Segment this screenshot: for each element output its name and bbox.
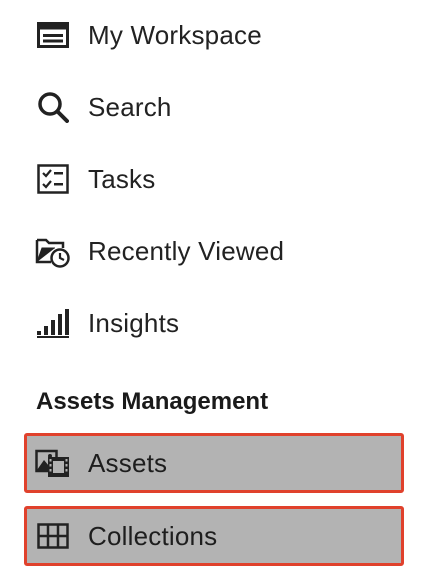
side-navigation: My Workspace Search Tasks Recently Viewe… bbox=[0, 0, 440, 586]
nav-item-label: My Workspace bbox=[88, 19, 262, 50]
search-icon bbox=[35, 89, 71, 125]
nav-item-collections[interactable]: Collections bbox=[24, 506, 404, 566]
nav-item-label: Recently Viewed bbox=[88, 235, 285, 266]
nav-item-my-workspace[interactable]: My Workspace bbox=[0, 5, 440, 65]
bar-chart-icon bbox=[35, 305, 71, 341]
assets-media-icon bbox=[35, 445, 71, 481]
section-heading-assets-management: Assets Management bbox=[36, 388, 269, 415]
tasks-checklist-icon bbox=[35, 161, 71, 197]
nav-item-search[interactable]: Search bbox=[0, 77, 440, 137]
nav-item-label: Assets bbox=[88, 447, 168, 478]
nav-item-insights[interactable]: Insights bbox=[0, 293, 440, 353]
folder-clock-icon bbox=[35, 233, 71, 269]
workspace-icon bbox=[35, 17, 71, 53]
nav-item-label: Insights bbox=[88, 307, 180, 338]
nav-item-label: Search bbox=[88, 91, 172, 122]
nav-item-recently-viewed[interactable]: Recently Viewed bbox=[0, 221, 440, 281]
nav-item-label: Tasks bbox=[88, 163, 156, 194]
grid-icon bbox=[35, 518, 71, 554]
nav-item-assets[interactable]: Assets bbox=[24, 433, 404, 493]
nav-item-tasks[interactable]: Tasks bbox=[0, 149, 440, 209]
nav-item-label: Collections bbox=[88, 520, 218, 551]
